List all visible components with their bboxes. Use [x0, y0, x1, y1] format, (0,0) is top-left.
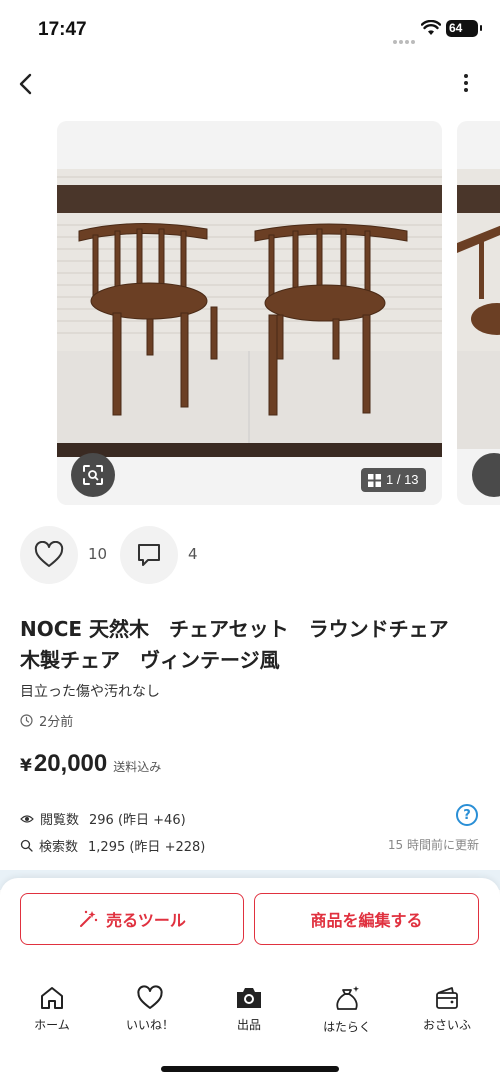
searches-value: 1,295 (昨日 +228) — [88, 840, 206, 855]
magic-wand-icon — [80, 910, 98, 927]
help-icon[interactable]: ? — [456, 804, 478, 826]
posted-time: 2分前 — [20, 711, 73, 730]
tab-wallet[interactable]: おさいふ — [412, 984, 482, 1033]
views-stat: 閲覧数 296 (昨日 +46) — [20, 809, 186, 828]
tab-likes[interactable]: いいね！ — [115, 984, 185, 1033]
tab-work[interactable]: はたらく — [312, 984, 382, 1035]
eye-icon — [20, 814, 34, 823]
product-image[interactable] — [57, 121, 442, 505]
tab-wallet-label: おさいふ — [422, 1018, 471, 1032]
heart-icon — [34, 541, 64, 567]
comment-icon — [138, 544, 160, 566]
image-search-button[interactable] — [71, 453, 115, 497]
comment-button[interactable] — [120, 526, 178, 584]
money-bag-icon — [336, 986, 359, 1010]
status-bar: 17:47 64 — [0, 0, 500, 60]
product-title: NOCE 天然木 チェアセット ラウンドチェア 木製チェア ヴィンテージ風 — [20, 617, 469, 672]
shipping-included: 送料込み — [113, 760, 162, 774]
grid-icon — [368, 473, 381, 487]
scan-icon — [83, 465, 103, 485]
searches-label: 検索数 — [39, 840, 79, 855]
camera-icon — [237, 988, 261, 1008]
tab-work-label: はたらく — [323, 1020, 371, 1034]
tab-home-label: ホーム — [34, 1018, 70, 1032]
edit-item-button[interactable]: 商品を編集する — [254, 893, 479, 945]
searches-stat: 検索数 1,295 (昨日 +228) — [20, 836, 205, 855]
views-label: 閲覧数 — [40, 813, 80, 828]
signal-dots-icon — [393, 29, 417, 44]
clock-icon — [20, 714, 33, 727]
like-button[interactable] — [20, 526, 78, 584]
sell-tool-label: 売るツール — [106, 911, 186, 930]
battery-icon: 64 — [446, 20, 482, 37]
wifi-icon — [420, 19, 442, 40]
price-amount: 20,000 — [33, 750, 108, 777]
heart-icon — [137, 985, 163, 1009]
clock: 17:47 — [38, 19, 87, 40]
tab-sell-label: 出品 — [236, 1018, 261, 1032]
next-product-image[interactable] — [457, 121, 500, 505]
comment-count: 4 — [188, 545, 198, 563]
item-condition: 目立った傷や汚れなし — [20, 684, 160, 700]
back-button[interactable] — [14, 70, 38, 98]
like-count: 10 — [88, 545, 108, 563]
posted-time-text: 2分前 — [39, 715, 74, 730]
more-options-button[interactable] — [458, 74, 474, 96]
edit-item-label: 商品を編集する — [310, 911, 423, 930]
home-icon — [41, 987, 63, 1009]
wallet-icon — [436, 987, 458, 1009]
sell-tool-button[interactable]: 売るツール — [20, 893, 244, 945]
tab-sell[interactable]: 出品 — [214, 984, 284, 1033]
price: ¥ 20,000 送料込み — [20, 750, 161, 778]
home-indicator — [161, 1066, 339, 1072]
search-icon — [20, 839, 33, 852]
views-value: 296 (昨日 +46) — [89, 813, 186, 828]
image-counter[interactable]: 1 / 13 — [361, 468, 426, 492]
updated-time: 15 時間前に更新 — [387, 838, 479, 852]
image-counter-text: 1 / 13 — [386, 472, 419, 487]
tab-home[interactable]: ホーム — [17, 984, 87, 1033]
tab-likes-label: いいね！ — [125, 1018, 174, 1032]
currency-symbol: ¥ — [20, 756, 32, 776]
